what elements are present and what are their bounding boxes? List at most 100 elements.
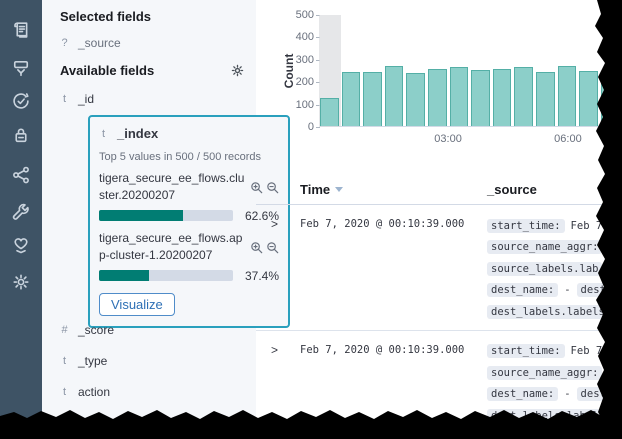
source-field-value: Feb 7, <box>571 345 609 357</box>
histogram-bar[interactable] <box>385 66 404 126</box>
top-values-summary: Top 5 values in 500 / 500 records <box>99 151 279 163</box>
field-item-source[interactable]: ? _source <box>60 36 240 50</box>
field-type-badge: t <box>60 386 69 398</box>
doc-source-cell: start_time:Feb 7,source_name_aggr:dest_n… <box>487 341 622 427</box>
plot-area <box>320 15 622 127</box>
source-field-value: - <box>564 284 570 296</box>
doc-source-line: source_name_aggr: <box>487 237 622 259</box>
visualize-button[interactable]: Visualize <box>99 293 175 316</box>
histogram-bar[interactable] <box>558 66 577 126</box>
field-item-type[interactable]: t _type <box>60 354 240 368</box>
y-tick-mark <box>316 127 320 128</box>
table-row: >Feb 7, 2020 @ 00:10:39.000start_time: Fe… <box>256 331 622 435</box>
doc-source-line: source_name_aggr: <box>487 362 622 384</box>
histogram-bar[interactable] <box>471 70 490 126</box>
field-name: action <box>78 385 110 399</box>
top-values-list: tigera_secure_ee_flows.cluster.20200207 6… <box>99 170 279 283</box>
field-item-score[interactable]: # _score <box>60 323 240 337</box>
source-field-pill: start_time: <box>487 344 565 358</box>
nav-rail <box>0 0 42 439</box>
expander-column-header <box>256 182 300 197</box>
doc-timestamp: Feb 7, 2020 @ 00:10:39.000 <box>300 341 487 427</box>
source-field-pill: dest_name: <box>487 387 558 401</box>
y-tick-label: 500 <box>276 9 314 21</box>
y-tick-label: 300 <box>276 54 314 66</box>
kibana-discover-screen: Selected fields ? _source Available field… <box>0 0 622 439</box>
histogram-bar[interactable] <box>428 69 447 126</box>
field-item-action[interactable]: taction <box>60 385 240 399</box>
wrench-icon[interactable] <box>11 202 31 222</box>
doc-source-line: dest_name:-dest <box>487 280 622 302</box>
top-value-bar-track <box>99 270 233 281</box>
table-row: >Feb 7, 2020 @ 00:10:39.000start_time: Fe… <box>256 205 622 331</box>
field-item[interactable]: # <box>60 416 240 428</box>
y-tick-label: 0 <box>276 121 314 133</box>
lock-icon[interactable] <box>11 125 31 145</box>
histogram-bar[interactable] <box>601 71 620 126</box>
field-type-badge: t <box>60 93 69 105</box>
field-name: _source <box>78 36 121 50</box>
sort-desc-icon <box>335 187 343 192</box>
histogram-bar[interactable] <box>514 67 533 126</box>
source-field-value: Feb 7 <box>571 220 603 232</box>
doc-source-line: dest_name:-dest, <box>487 384 622 406</box>
table-header-row: Time _source <box>256 182 622 205</box>
histogram-bar[interactable] <box>342 72 361 126</box>
source-field-pill: dest, <box>577 387 617 401</box>
table-rows: >Feb 7, 2020 @ 00:10:39.000start_time:Fe… <box>256 205 622 435</box>
source-field-pill: source_labels.lab <box>487 262 602 276</box>
histogram-bar[interactable] <box>320 98 339 126</box>
field-type-badge: t <box>99 128 108 140</box>
field-name: _id <box>78 92 94 106</box>
source-column-header[interactable]: _source <box>487 182 622 197</box>
field-type-badge: # <box>60 416 69 428</box>
field-settings-gear-icon[interactable] <box>230 63 245 78</box>
doc-expand-button[interactable]: > <box>256 215 300 323</box>
source-field-pill: start_time: <box>487 219 565 233</box>
histogram-bar[interactable] <box>363 72 382 126</box>
histogram-bar[interactable] <box>536 72 555 126</box>
field-name: _score <box>78 323 114 337</box>
source-field-pill: dest_name: <box>487 283 558 297</box>
histogram-bar[interactable] <box>406 73 425 126</box>
top-value-label: tigera_secure_ee_flows.cluster.20200207 <box>99 170 248 205</box>
y-tick-label: 200 <box>276 76 314 88</box>
doc-expand-button[interactable]: > <box>256 341 300 427</box>
clock-check-icon[interactable] <box>11 91 31 111</box>
histogram-bar[interactable] <box>493 69 512 126</box>
top-value-label: tigera_secure_ee_flows.app-cluster-1.202… <box>99 230 248 265</box>
field-item-id[interactable]: t _id <box>60 92 240 106</box>
documents-table: Time _source >Feb 7, 2020 @ 00:10:39.000… <box>256 182 622 435</box>
selected-fields-heading: Selected fields <box>60 9 151 24</box>
field-type-badge: t <box>60 355 69 367</box>
source-field-pill: dest_labels.labels <box>487 409 609 423</box>
source-field-pill: source_name_aggr: <box>487 240 602 254</box>
field-name: _index <box>117 126 158 141</box>
available-fields-heading: Available fields <box>60 63 154 78</box>
top-value-entry: tigera_secure_ee_flows.app-cluster-1.202… <box>99 230 279 265</box>
bars-container <box>320 15 622 126</box>
field-item-index[interactable]: t _index <box>99 126 279 141</box>
field-type-badge: # <box>60 324 69 336</box>
field-name: _type <box>78 354 107 368</box>
y-tick-label: 100 <box>276 99 314 111</box>
doc-source-line: start_time: Feb 7, <box>487 341 622 363</box>
histogram-chart: Count 0100200300400500 03:0006:00 <box>256 0 622 152</box>
time-column-header[interactable]: Time <box>300 182 487 197</box>
fields-sidebar: Selected fields ? _source Available field… <box>42 0 256 439</box>
histogram-bar[interactable] <box>450 67 469 126</box>
network-share-icon[interactable] <box>11 165 31 185</box>
doc-source-line: start_time: Feb 7 <box>487 215 622 237</box>
doc-timestamp: Feb 7, 2020 @ 00:10:39.000 <box>300 215 487 323</box>
doc-source-line: dest_labels.labels <box>487 301 622 323</box>
doc-source-line: dest_labels.labels <box>487 405 622 427</box>
top-value-bar-row: 62.6% <box>99 209 279 223</box>
capture-icon[interactable] <box>11 58 31 78</box>
histogram-bar[interactable] <box>579 71 598 126</box>
audit-logs-icon[interactable] <box>11 20 31 40</box>
field-type-badge: ? <box>60 37 69 49</box>
gear-icon[interactable] <box>11 272 31 292</box>
top-value-bar-fill <box>99 210 183 221</box>
heartbeat-icon[interactable] <box>11 235 31 255</box>
doc-source-line: source_labels.lab <box>487 258 622 280</box>
